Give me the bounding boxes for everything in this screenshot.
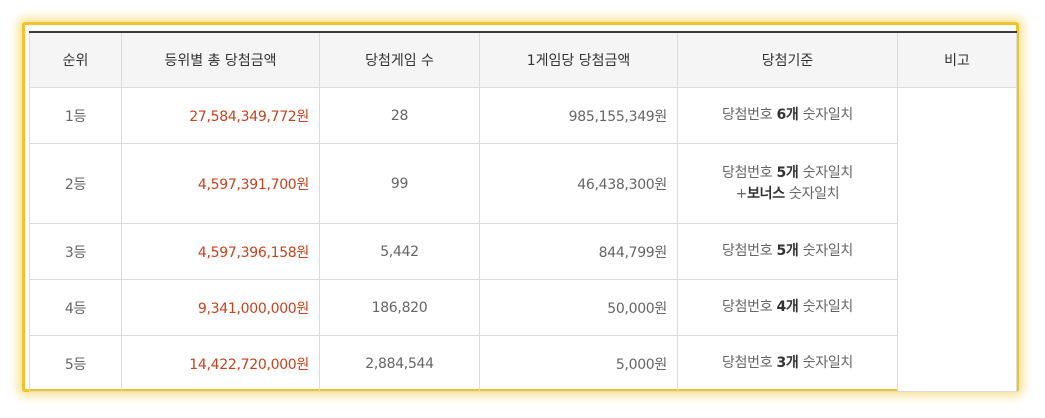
table-row: 5등 14,422,720,000원 2,884,544 5,000원 당첨번호…: [29, 335, 1017, 392]
criteria-count: 3개: [776, 355, 799, 371]
per-game-amount-cell: 5,000원: [479, 335, 678, 392]
criteria-cell: 당첨번호 5개 숫자일치 +보너스 숫자일치: [677, 143, 898, 224]
criteria-cell: 당첨번호 5개 숫자일치: [677, 223, 898, 280]
criteria-bonus-prefix: +: [735, 185, 748, 202]
criteria-suffix: 숫자일치: [798, 164, 854, 181]
criteria-suffix: 숫자일치: [798, 299, 854, 315]
table-row: 1등 27,584,349,772원 28 985,155,349원 당첨번호 …: [29, 87, 1017, 392]
per-game-amount-cell: 50,000원: [479, 279, 678, 336]
criteria-count: 5개: [776, 243, 799, 259]
table-row: 3등 4,597,396,158원 5,442 844,799원 당첨번호 5개…: [29, 223, 1017, 280]
criteria-suffix: 숫자일치: [798, 107, 854, 123]
header-total-amount: 등위별 총 당첨금액: [121, 31, 320, 88]
criteria-prefix: 당첨번호: [722, 243, 777, 259]
criteria-count: 4개: [776, 299, 799, 315]
criteria-suffix: 숫자일치: [798, 243, 854, 259]
header-winning-games: 당첨게임 수: [319, 31, 480, 88]
header-per-game-amount: 1게임당 당첨금액: [479, 31, 678, 88]
prize-table: 순위 등위별 총 당첨금액 당첨게임 수 1게임당 당첨금액 당첨기준 비고 1…: [29, 31, 1017, 392]
table-row: 4등 9,341,000,000원 186,820 50,000원 당첨번호 4…: [29, 279, 1017, 336]
header-rank: 순위: [29, 31, 122, 88]
criteria-cell: 당첨번호 4개 숫자일치: [677, 279, 898, 336]
criteria-cell: 당첨번호 6개 숫자일치: [677, 87, 898, 144]
winning-games-cell: 99: [319, 143, 480, 224]
winning-games-cell: 28: [319, 87, 480, 144]
total-amount-cell: 4,597,391,700원: [121, 143, 320, 224]
criteria-prefix: 당첨번호: [722, 355, 777, 371]
criteria-bonus: 보너스: [747, 185, 785, 202]
rank-cell: 2등: [29, 143, 122, 224]
criteria-cell: 당첨번호 3개 숫자일치: [677, 335, 898, 392]
per-game-amount-cell: 844,799원: [479, 223, 678, 280]
rank-cell: 3등: [29, 223, 122, 280]
rank-cell: 4등: [29, 279, 122, 336]
header-row: 순위 등위별 총 당첨금액 당첨게임 수 1게임당 당첨금액 당첨기준 비고: [29, 31, 1017, 88]
header-criteria: 당첨기준: [677, 31, 898, 88]
note-cell: [897, 87, 1017, 392]
criteria-bonus-suffix: 숫자일치: [784, 185, 840, 202]
highlight-frame: 순위 등위별 총 당첨금액 당첨게임 수 1게임당 당첨금액 당첨기준 비고 1…: [22, 22, 1019, 392]
winning-games-cell: 186,820: [319, 279, 480, 336]
per-game-amount-cell: 46,438,300원: [479, 143, 678, 224]
criteria-prefix: 당첨번호: [722, 107, 777, 123]
total-amount-cell: 27,584,349,772원: [121, 87, 320, 144]
total-amount-cell: 9,341,000,000원: [121, 279, 320, 336]
total-amount-cell: 4,597,396,158원: [121, 223, 320, 280]
criteria-suffix: 숫자일치: [798, 355, 854, 371]
table-row: 2등 4,597,391,700원 99 46,438,300원 당첨번호 5개…: [29, 143, 1017, 224]
winning-games-cell: 5,442: [319, 223, 480, 280]
rank-cell: 1등: [29, 87, 122, 144]
criteria-prefix: 당첨번호: [722, 164, 777, 181]
rank-cell: 5등: [29, 335, 122, 392]
criteria-prefix: 당첨번호: [722, 299, 777, 315]
total-amount-cell: 14,422,720,000원: [121, 335, 320, 392]
criteria-count: 6개: [776, 107, 799, 123]
criteria-count: 5개: [776, 164, 799, 181]
per-game-amount-cell: 985,155,349원: [479, 87, 678, 144]
header-note: 비고: [897, 31, 1017, 88]
winning-games-cell: 2,884,544: [319, 335, 480, 392]
